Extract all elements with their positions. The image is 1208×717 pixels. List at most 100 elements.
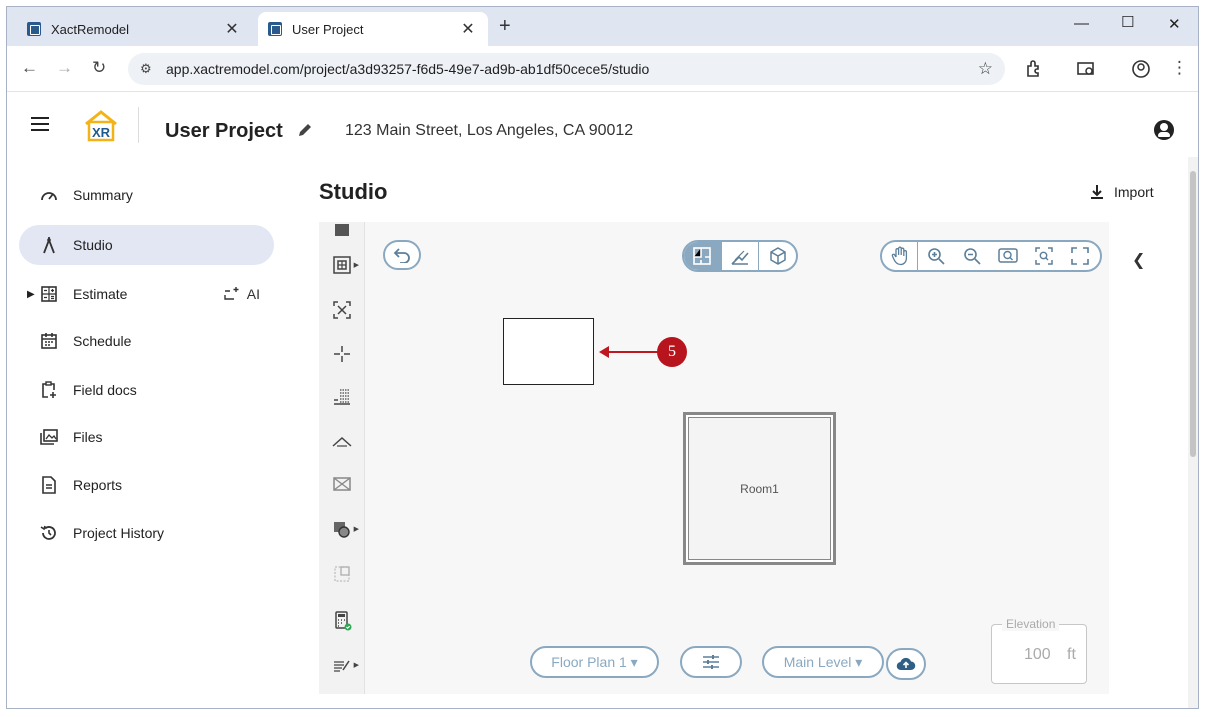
window-tool-button[interactable]: ▶ (327, 252, 359, 278)
xactremodel-logo: XR (85, 110, 117, 142)
undo-icon (393, 248, 410, 263)
sidebar-item-studio[interactable]: Studio (19, 225, 274, 265)
split-tool-button[interactable] (327, 341, 357, 367)
level-label: Main Level ▾ (783, 653, 863, 670)
sidebar-item-label: Summary (73, 187, 133, 203)
subroom-tool-button[interactable] (327, 561, 357, 587)
account-icon[interactable] (1154, 120, 1174, 140)
room-shape[interactable]: Room1 (683, 412, 836, 565)
callout-arrow-line (603, 351, 659, 353)
settings-sliders-button[interactable] (680, 646, 742, 678)
sidebar-item-project-history[interactable]: Project History (19, 513, 274, 553)
reload-icon[interactable]: ↻ (92, 58, 106, 78)
back-icon[interactable]: ← (21, 58, 38, 78)
import-button[interactable]: Import (1090, 184, 1154, 200)
xactremodel-favicon-icon (268, 22, 282, 36)
address-bar[interactable]: ⚙ app.xactremodel.com/project/a3d93257-f… (128, 53, 1005, 85)
close-tab-icon[interactable]: ✕ (458, 19, 478, 39)
elevation-field[interactable]: Elevation 100 ft (991, 617, 1087, 684)
roof-icon (332, 436, 352, 447)
tab-user-project[interactable]: User Project ✕ (258, 12, 488, 46)
download-icon (1091, 185, 1103, 199)
maximize-icon[interactable]: ☐ (1121, 13, 1134, 31)
zoom-out-button[interactable] (954, 242, 990, 270)
forward-icon[interactable]: → (56, 58, 73, 78)
scrollbar-thumb[interactable] (1190, 171, 1196, 457)
edit-pencil-icon[interactable] (297, 122, 313, 138)
studio-canvas: ▶ ▶ ▶ ❮ 5 Room1 Floor Plan 1 ▾ Main Leve… (319, 222, 1145, 694)
sliders-icon (703, 655, 719, 669)
sidebar-item-label: Studio (73, 237, 113, 253)
calculator-check-icon (335, 611, 352, 631)
submenu-arrow-icon: ▶ (353, 262, 359, 269)
browser-menu-icon[interactable]: ⋮ (1171, 58, 1188, 78)
crosshair-icon (334, 346, 350, 362)
project-address: 123 Main Street, Los Angeles, CA 90012 (345, 122, 634, 139)
site-info-icon[interactable]: ⚙ (140, 61, 156, 77)
tab-xactremodel[interactable]: XactRemodel ✕ (17, 12, 252, 46)
zoom-fit-icon (998, 248, 1018, 263)
new-tab-icon[interactable]: + (499, 15, 511, 38)
cube-icon (769, 247, 786, 265)
project-title: User Project (165, 120, 283, 142)
close-tab-icon[interactable]: ✕ (222, 19, 242, 39)
collapse-panel-chevron-icon[interactable]: ❮ (1132, 250, 1145, 270)
ai-sparkle-icon (224, 287, 239, 300)
more-tools-button[interactable]: ▶ (327, 652, 359, 678)
elevation-unit: ft (1067, 646, 1076, 663)
elevation-label: Elevation (1002, 617, 1060, 631)
sidebar-item-files[interactable]: Files (19, 417, 274, 457)
import-label: Import (1114, 184, 1154, 200)
expand-caret-icon[interactable]: ▶ (27, 289, 35, 300)
sidebar-item-schedule[interactable]: Schedule (19, 321, 274, 361)
stairs-icon (334, 389, 350, 405)
shapes-tool-button[interactable]: ▶ (327, 516, 359, 542)
floor-plan-selector[interactable]: Floor Plan 1 ▾ (530, 646, 659, 678)
sidebar-item-summary[interactable]: Summary (19, 175, 274, 215)
elevation-value[interactable]: 100 (1024, 646, 1051, 664)
compass-drafting-icon (39, 235, 59, 255)
floor-plan-label: Floor Plan 1 ▾ (551, 653, 638, 670)
studio-title: Studio (319, 179, 388, 204)
minimize-icon[interactable]: — (1074, 15, 1089, 32)
extensions-icon[interactable] (1023, 58, 1045, 80)
page-scrollbar[interactable] (1188, 157, 1198, 708)
subroom-icon (334, 566, 350, 582)
callout-badge: 5 (657, 337, 687, 367)
sidebar-item-reports[interactable]: Reports (19, 465, 274, 505)
zoom-in-button[interactable] (918, 242, 954, 270)
sidebar-item-estimate[interactable]: ▶ Estimate AI (19, 274, 274, 314)
elevation-view-button[interactable] (722, 242, 760, 270)
profile-icon[interactable] (1130, 58, 1152, 80)
missing-wall-tool-button[interactable] (327, 297, 357, 323)
fullscreen-button[interactable] (1062, 242, 1098, 270)
url-text[interactable]: app.xactremodel.com/project/a3d93257-f6d… (166, 61, 978, 77)
speedometer-icon (39, 185, 59, 205)
hamburger-menu-icon[interactable] (31, 117, 49, 131)
zoom-to-fit-button[interactable] (990, 242, 1026, 270)
3d-view-button[interactable] (759, 242, 796, 270)
floor-plan-view-button[interactable] (684, 242, 722, 270)
room-tool-button[interactable] (327, 218, 357, 244)
calculator-tool-button[interactable] (327, 608, 357, 634)
cloud-upload-button[interactable] (886, 648, 926, 680)
pan-button[interactable] (882, 242, 918, 270)
canvas-navigation-toolbar (880, 240, 1102, 272)
tab-search-icon[interactable] (1075, 58, 1097, 80)
address-toolbar: ← → ↻ ⚙ app.xactremodel.com/project/a3d9… (7, 46, 1198, 92)
ai-estimate-button[interactable]: AI (223, 286, 260, 302)
roof-tool-button[interactable] (327, 428, 357, 454)
highlighted-empty-box[interactable] (503, 318, 594, 385)
undo-button[interactable] (383, 240, 421, 270)
room-icon (335, 224, 349, 236)
sidebar-item-field-docs[interactable]: Field docs (19, 370, 274, 410)
level-selector[interactable]: Main Level ▾ (762, 646, 884, 678)
floor-plan-drawing-area[interactable]: ❮ 5 Room1 Floor Plan 1 ▾ Main Level ▾ El… (366, 222, 1145, 694)
wall-elevation-icon (333, 477, 351, 491)
close-window-icon[interactable]: ✕ (1168, 15, 1181, 33)
envelope-tool-button[interactable] (327, 471, 357, 497)
zoom-selection-icon (1035, 247, 1053, 265)
bookmark-star-icon[interactable]: ☆ (978, 59, 993, 79)
stairs-tool-button[interactable] (327, 384, 357, 410)
zoom-selection-button[interactable] (1026, 242, 1062, 270)
